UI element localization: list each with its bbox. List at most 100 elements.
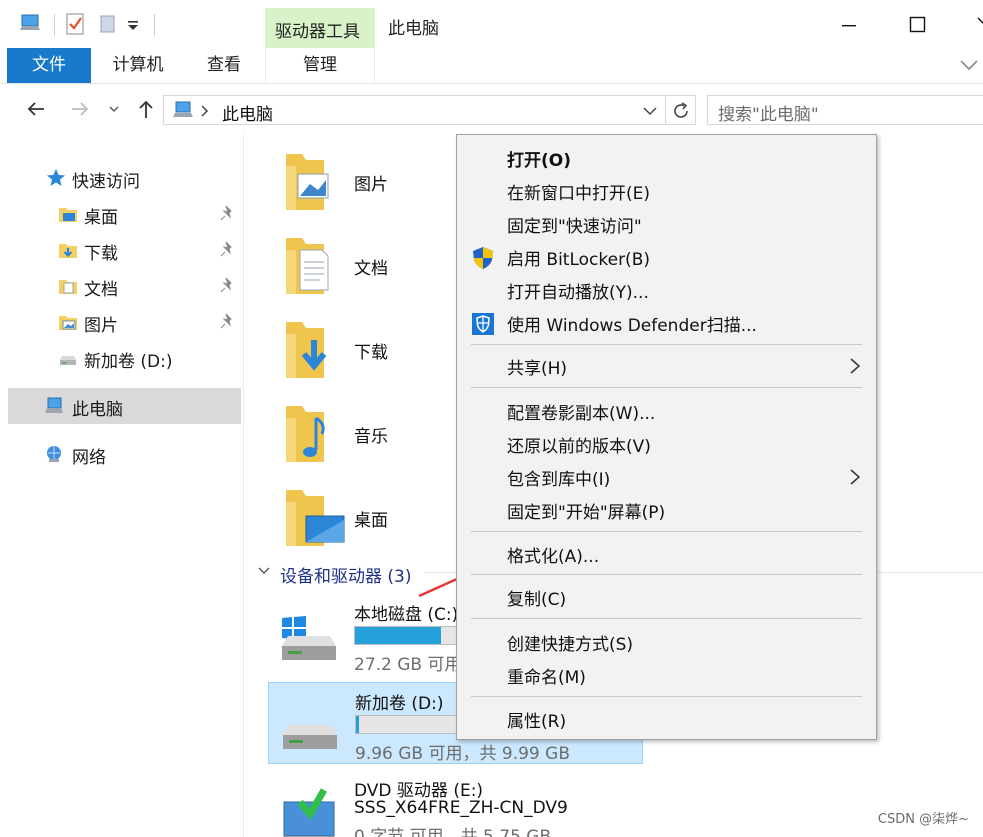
nav-item-volume-d[interactable]: 新加卷 (D:) (0, 340, 242, 376)
menu-item-format[interactable]: 格式化(A)... (457, 537, 876, 570)
desktop-folder-icon (286, 490, 345, 546)
nav-item-downloads[interactable]: 下载 (0, 232, 242, 268)
submenu-chevron-icon (850, 358, 861, 374)
drive-tools-tab-group: 驱动器工具 (265, 8, 375, 48)
drive-icon (283, 725, 337, 749)
menu-separator (471, 344, 862, 345)
menu-separator (471, 387, 862, 388)
nav-item-documents[interactable]: 文档 (0, 268, 242, 304)
maximize-icon (909, 16, 926, 33)
pictures-folder-icon (286, 154, 329, 210)
breadcrumb[interactable]: 此电脑 (222, 100, 273, 125)
minimize-button[interactable] (834, 10, 864, 40)
menu-item-pin-quick-access[interactable]: 固定到"快速访问" (457, 207, 876, 240)
nav-item-pictures[interactable]: 图片 (0, 304, 242, 340)
close-button[interactable] (968, 10, 983, 40)
menu-item-share[interactable]: 共享(H) (457, 349, 876, 382)
expand-ribbon-icon[interactable] (957, 54, 981, 76)
pin-icon[interactable] (220, 277, 236, 293)
folder-label: 文档 (354, 259, 388, 279)
computer-icon (45, 397, 63, 413)
nav-label: 此电脑 (72, 400, 123, 420)
menu-item-defender-scan[interactable]: 使用 Windows Defender扫描... (457, 306, 876, 339)
address-dropdown-icon[interactable] (642, 103, 658, 119)
menu-separator (471, 696, 862, 697)
menu-item-create-shortcut[interactable]: 创建快捷方式(S) (457, 625, 876, 658)
forward-arrow-icon[interactable] (68, 97, 92, 121)
menu-item-label: 还原以前的版本(V) (507, 437, 651, 457)
navigation-pane: 快速访问 桌面 下载 文档 图片 新加卷 (D:) 此电脑 网络 (0, 134, 244, 837)
menu-item-label: 重命名(M) (507, 668, 586, 688)
refresh-button[interactable] (666, 95, 696, 125)
tab-computer[interactable]: 计算机 (95, 48, 181, 83)
drive-tools-label: 驱动器工具 (275, 22, 360, 42)
menu-separator (471, 531, 862, 532)
up-arrow-icon[interactable] (134, 97, 158, 121)
tab-view[interactable]: 查看 (186, 48, 262, 83)
nav-label: 快速访问 (72, 172, 140, 192)
documents-folder-icon (59, 280, 77, 294)
new-folder-icon[interactable] (98, 12, 118, 36)
nav-quick-access[interactable]: 快速访问 (0, 160, 242, 196)
menu-item-pin-start[interactable]: 固定到"开始"屏幕(P) (457, 493, 876, 526)
nav-network[interactable]: 网络 (0, 436, 242, 472)
search-box[interactable]: 搜索"此电脑" (707, 95, 983, 125)
properties-icon[interactable] (64, 12, 86, 36)
back-arrow-icon[interactable] (24, 97, 48, 121)
menu-item-label: 启用 BitLocker(B) (507, 250, 650, 270)
menu-item-include-library[interactable]: 包含到库中(I) (457, 460, 876, 493)
maximize-button[interactable] (902, 10, 932, 40)
menu-item-open-new-window[interactable]: 在新窗口中打开(E) (457, 174, 876, 207)
collapse-chevron-icon[interactable] (256, 564, 272, 578)
nav-label: 新加卷 (D:) (84, 352, 173, 372)
tab-file[interactable]: 文件 (7, 48, 91, 83)
ribbon-tab-row: 文件 计算机 查看 管理 (0, 48, 983, 84)
menu-item-autoplay[interactable]: 打开自动播放(Y)... (457, 273, 876, 306)
recent-locations-icon[interactable] (106, 97, 122, 121)
computer-icon[interactable] (18, 12, 42, 36)
title-separator (154, 14, 155, 36)
pin-icon[interactable] (220, 241, 236, 257)
search-input[interactable]: 搜索"此电脑" (718, 100, 819, 125)
drive-usage-fill (355, 627, 442, 644)
drive-icon (60, 356, 76, 365)
qat-dropdown-icon[interactable] (126, 12, 140, 36)
window-title: 此电脑 (388, 19, 439, 39)
devices-group-header[interactable]: 设备和驱动器 (3) (280, 562, 411, 587)
nav-label: 桌面 (84, 208, 118, 228)
folder-label: 桌面 (354, 511, 388, 531)
menu-item-shadow-copy[interactable]: 配置卷影副本(W)... (457, 394, 876, 427)
nav-this-pc[interactable]: 此电脑 (8, 388, 241, 424)
menu-item-bitlocker[interactable]: 启用 BitLocker(B) (457, 240, 876, 273)
refresh-icon (674, 102, 688, 118)
drive-usage-fill (356, 716, 359, 733)
menu-item-label: 属性(R) (507, 712, 567, 732)
menu-item-label: 固定到"开始"屏幕(P) (507, 503, 666, 523)
menu-item-label: 在新窗口中打开(E) (507, 184, 651, 204)
drive-name: 新加卷 (D:) (355, 694, 444, 714)
drive-free-space: 27.2 GB 可用 (354, 655, 462, 675)
menu-item-open[interactable]: 打开(O) (457, 141, 876, 174)
network-icon (47, 446, 61, 462)
desktop-folder-icon (59, 208, 77, 222)
nav-label: 下载 (84, 244, 118, 264)
folder-label: 音乐 (354, 427, 388, 447)
menu-item-properties[interactable]: 属性(R) (457, 702, 876, 735)
tab-manage[interactable]: 管理 (265, 48, 375, 83)
menu-item-label: 共享(H) (507, 359, 568, 379)
pin-icon[interactable] (220, 205, 236, 221)
menu-item-restore-versions[interactable]: 还原以前的版本(V) (457, 427, 876, 460)
menu-separator (471, 618, 862, 619)
folder-label: 下载 (354, 343, 388, 363)
uac-shield-icon (473, 247, 493, 269)
context-menu: 打开(O) 在新窗口中打开(E) 固定到"快速访问" 启用 BitLocker(… (456, 134, 877, 740)
menu-item-copy[interactable]: 复制(C) (457, 580, 876, 613)
address-bar[interactable]: 此电脑 (163, 95, 666, 125)
menu-item-rename[interactable]: 重命名(M) (457, 658, 876, 691)
pin-icon[interactable] (220, 313, 236, 329)
menu-item-label: 使用 Windows Defender扫描... (507, 316, 757, 336)
breadcrumb-chevron-icon[interactable] (200, 103, 210, 119)
drive-dvd-e[interactable]: DVD 驱动器 (E:) SSS_X64FRE_ZH-CN_DV9 0 字节 可… (268, 770, 643, 837)
minimize-icon (842, 25, 856, 27)
nav-item-desktop[interactable]: 桌面 (0, 196, 242, 232)
